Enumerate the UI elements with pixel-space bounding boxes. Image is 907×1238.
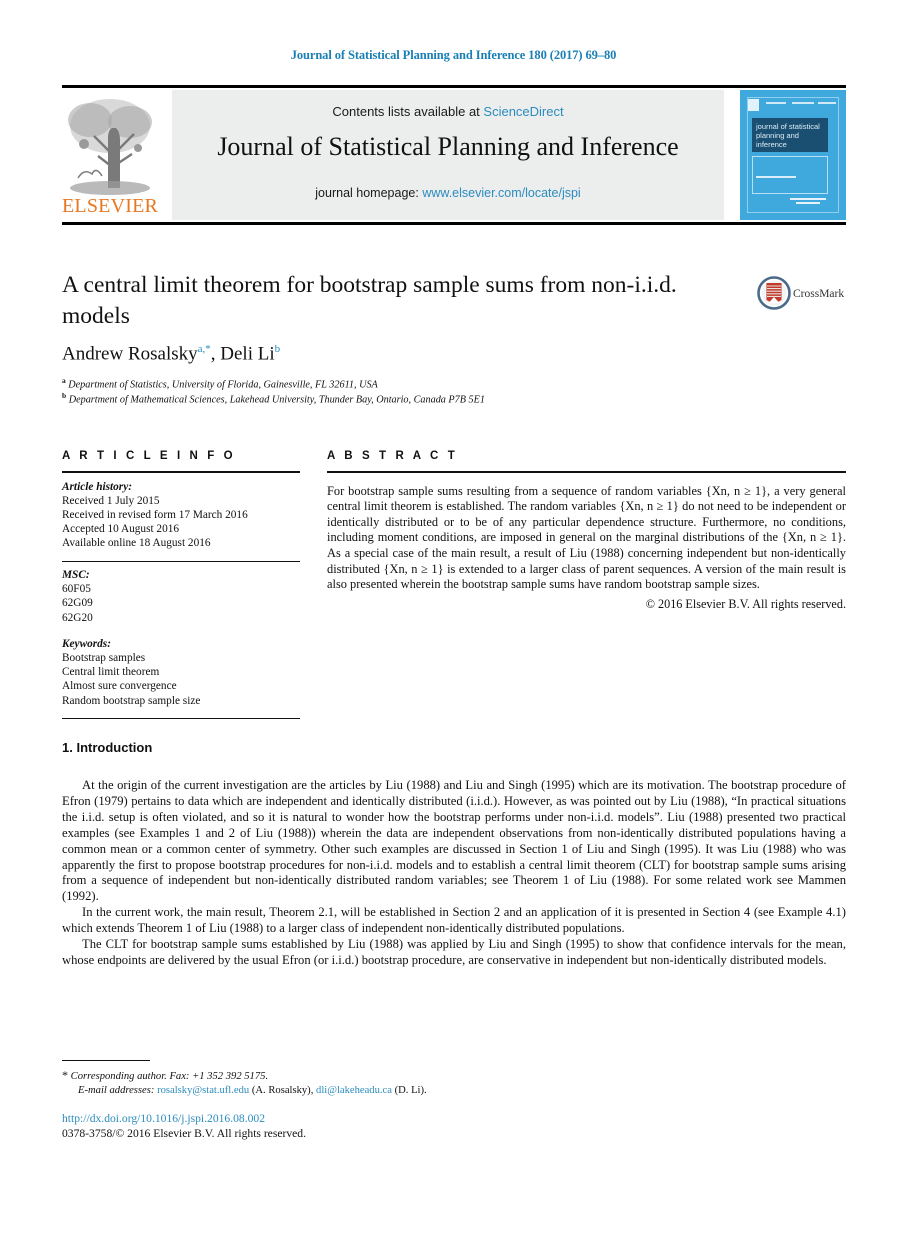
email-owner-2: (D. Li). (394, 1085, 427, 1096)
doi-link[interactable]: http://dx.doi.org/10.1016/j.jspi.2016.08… (62, 1112, 265, 1125)
introduction-body: At the origin of the current investigati… (62, 778, 846, 969)
email-addresses-note: E-mail addresses: rosalsky@stat.ufl.edu … (62, 1084, 682, 1098)
msc-label: MSC: (62, 568, 90, 581)
keyword-item: Almost sure convergence (62, 680, 177, 693)
affiliation-text-a: Department of Statistics, University of … (68, 379, 378, 391)
journal-cover-thumbnail[interactable]: journal of statistical planning and infe… (740, 90, 846, 220)
msc-code: 60F05 (62, 583, 91, 596)
crossmark-label: CrossMark (793, 288, 845, 300)
abstract-rule (327, 471, 846, 473)
crossmark-badge[interactable]: CrossMark (757, 276, 847, 316)
page-title: A central limit theorem for bootstrap sa… (62, 272, 677, 329)
article-info-heading: A R T I C L E I N F O (62, 450, 236, 462)
crossmark-icon (757, 276, 791, 310)
article-info-rule (62, 471, 300, 473)
homepage-prefix: journal homepage: (315, 186, 423, 200)
email-owner-1: (A. Rosalsky), (251, 1085, 314, 1096)
issn-copyright-line: 0378-3758/© 2016 Elsevier B.V. All right… (62, 1127, 306, 1140)
affiliation-a: a Department of Statistics, University o… (62, 376, 762, 390)
affiliation-marker-a: a (62, 376, 66, 385)
email-link-1[interactable]: rosalsky@stat.ufl.edu (157, 1085, 249, 1096)
contents-available-line: Contents lists available at ScienceDirec… (172, 104, 724, 119)
asterisk-icon: * (62, 1068, 68, 1082)
cover-hairline (766, 102, 786, 104)
abstract-text: For bootstrap sample sums resulting from… (327, 483, 846, 592)
cover-frame (747, 97, 839, 213)
cover-top-bar (748, 99, 838, 112)
elsevier-wordmark: ELSEVIER (62, 195, 158, 217)
cover-hairline (792, 102, 814, 104)
author-name-1: Andrew Rosalsky (62, 343, 198, 365)
author-list: Andrew Rosalskya,*, Deli Lib (62, 343, 281, 365)
elsevier-tree-icon (68, 99, 152, 195)
journal-title: Journal of Statistical Planning and Infe… (217, 132, 679, 161)
msc-code: 62G20 (62, 611, 93, 624)
keyword-item: Bootstrap samples (62, 651, 146, 664)
masthead-top-rule (62, 85, 846, 88)
affiliation-text-b: Department of Mathematical Sciences, Lak… (68, 394, 485, 406)
affiliation-b: b Department of Mathematical Sciences, L… (62, 391, 762, 405)
section-heading-introduction: 1. Introduction (62, 740, 153, 755)
cover-footline (796, 202, 820, 204)
history-item: Received 1 July 2015 (62, 494, 160, 507)
cover-hairline (818, 102, 836, 104)
paragraph: In the current work, the main result, Th… (62, 905, 846, 936)
keywords-label: Keywords: (62, 637, 111, 650)
article-history: Article history: Received 1 July 2015 Re… (62, 480, 300, 551)
sciencedirect-link[interactable]: ScienceDirect (483, 104, 563, 119)
keywords-block: Keywords: Bootstrap samples Central limi… (62, 637, 300, 708)
article-info-column: A R T I C L E I N F O Article history: R… (62, 450, 300, 720)
elsevier-logo: ELSEVIER (62, 90, 158, 220)
article-history-label: Article history: (62, 480, 132, 493)
cover-footer-mark (790, 198, 826, 205)
keywords-rule (62, 717, 300, 720)
abstract-heading: A B S T R A C T (327, 450, 458, 462)
cover-mid-box (752, 156, 828, 194)
author-affil-marker-1[interactable]: a,* (198, 343, 211, 355)
author-affil-marker-2[interactable]: b (275, 343, 281, 355)
corresponding-author-text: Corresponding author. Fax: +1 352 392 51… (70, 1071, 269, 1082)
abstract-copyright: © 2016 Elsevier B.V. All rights reserved… (645, 596, 846, 611)
cover-elsevier-icon (748, 99, 759, 111)
history-item: Available online 18 August 2016 (62, 537, 211, 550)
email-link-2[interactable]: dli@lakeheadu.ca (316, 1085, 392, 1096)
footnote-rule (62, 1060, 150, 1062)
masthead-bottom-rule (62, 222, 846, 225)
cover-footline (790, 198, 826, 200)
masthead-panel: Contents lists available at ScienceDirec… (172, 90, 724, 220)
paper-page: Journal of Statistical Planning and Infe… (0, 0, 907, 1238)
paragraph: The CLT for bootstrap sample sums establ… (62, 937, 846, 967)
journal-homepage-line: journal homepage: www.elsevier.com/locat… (172, 186, 724, 200)
paragraph: At the origin of the current investigati… (62, 778, 846, 904)
abstract-column: A B S T R A C T For bootstrap sample sum… (327, 450, 846, 612)
journal-homepage-link[interactable]: www.elsevier.com/locate/jspi (422, 186, 580, 200)
running-head: Journal of Statistical Planning and Infe… (290, 48, 617, 62)
corresponding-author-note: * Corresponding author. Fax: +1 352 392 … (62, 1068, 682, 1084)
email-label: E-mail addresses: (78, 1085, 155, 1096)
history-item: Accepted 10 August 2016 (62, 523, 180, 536)
keyword-item: Central limit theorem (62, 666, 160, 679)
footnote-block: * Corresponding author. Fax: +1 352 392 … (62, 1068, 682, 1098)
affiliation-marker-b: b (62, 391, 67, 400)
msc-block: MSC: 60F05 62G09 62G20 (62, 568, 300, 625)
keyword-item: Random bootstrap sample size (62, 694, 201, 707)
cover-caption-line (756, 176, 796, 178)
author-name-2: Deli Li (220, 343, 275, 365)
history-item: Received in revised form 17 March 2016 (62, 509, 248, 521)
msc-rule (62, 560, 300, 562)
msc-code: 62G09 (62, 597, 93, 610)
cover-title-box: journal of statistical planning and infe… (752, 118, 828, 152)
contents-prefix: Contents lists available at (332, 104, 484, 119)
